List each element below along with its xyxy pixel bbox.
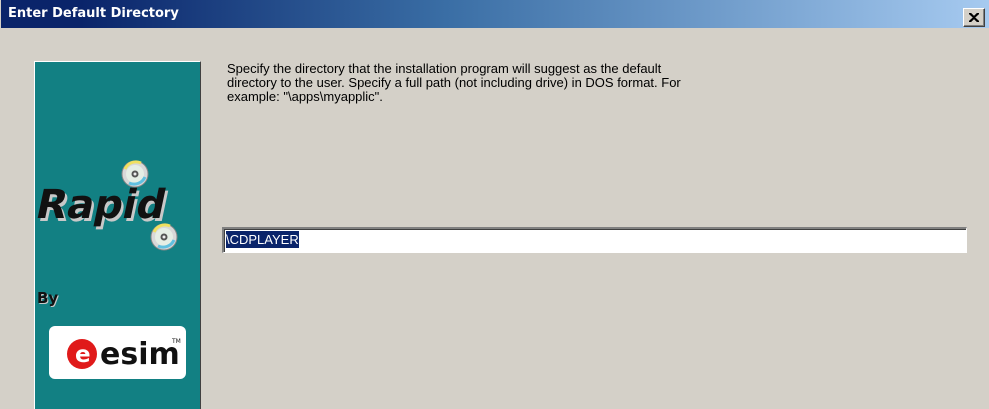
branding-sidebar: Rapid Rapid By e esim TM (32, 61, 203, 409)
dialog-window: Enter Default Directory Rapid Rapid By e… (0, 0, 989, 409)
close-button[interactable] (963, 8, 985, 27)
svg-text:e: e (75, 342, 91, 368)
instruction-text: Specify the directory that the installat… (227, 61, 681, 104)
window-title: Enter Default Directory (8, 6, 179, 21)
dialog-content: Rapid Rapid By e esim TM Specify the dir… (1, 28, 989, 409)
esim-trademark: TM (171, 338, 181, 345)
rapid-logo: Rapid Rapid (32, 157, 203, 257)
esim-logo-text: esim (100, 337, 180, 372)
by-label: By (37, 289, 59, 307)
default-directory-value[interactable]: \CDPLAYER (226, 231, 299, 248)
close-icon (969, 13, 979, 22)
default-directory-input[interactable]: \CDPLAYER (222, 227, 967, 253)
title-bar[interactable]: Enter Default Directory (1, 0, 989, 28)
esim-logo: e esim TM (49, 326, 186, 379)
rapid-logo-text: Rapid (37, 180, 171, 227)
